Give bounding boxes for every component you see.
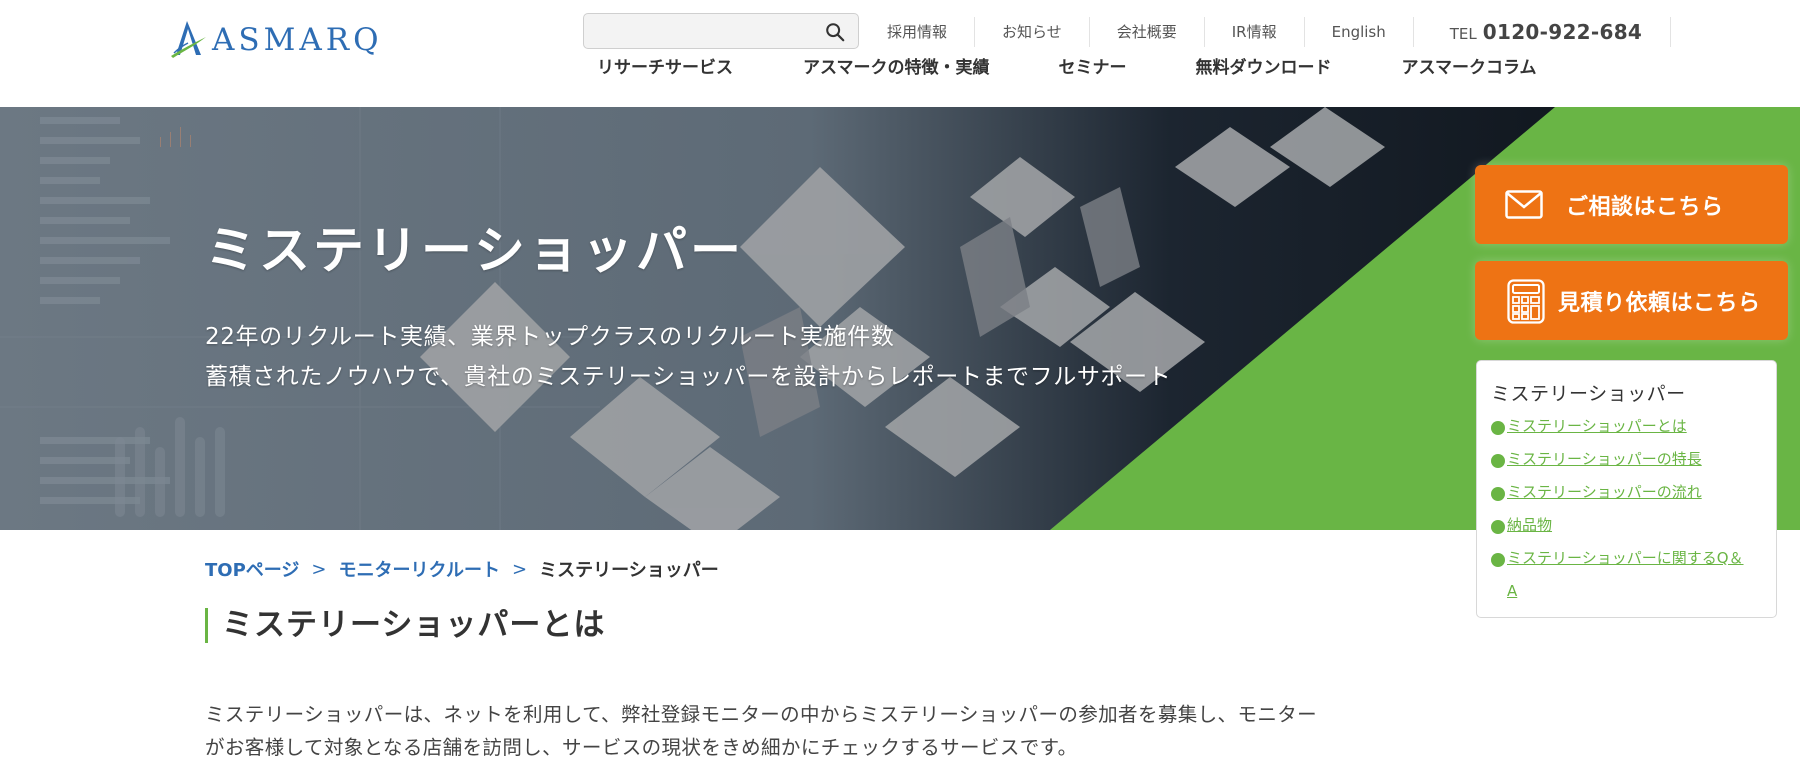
calculator-icon [1507, 279, 1545, 324]
breadcrumb-link-monitor-recruit[interactable]: モニターリクルート [339, 556, 500, 582]
bullet-icon [1491, 553, 1505, 567]
breadcrumb: TOPページ > モニターリクルート > ミステリーショッパー [205, 556, 719, 582]
mail-icon [1505, 190, 1543, 219]
util-link-recruit[interactable]: 採用情報 [860, 17, 976, 47]
util-link-news[interactable]: お知らせ [975, 17, 1090, 47]
hero-subtitle-line-2: 蓄積されたノウハウで、貴社のミステリーショッパーを設計からレポートまでフルサポー… [205, 364, 1172, 390]
bullet-icon [1491, 520, 1505, 534]
hero-title: ミステリーショッパー [205, 222, 744, 281]
logo-text: ASMARQ [212, 22, 383, 58]
estimate-button-label: 見積り依頼はこちら [1558, 291, 1761, 316]
nav-column[interactable]: アスマークコラム [1402, 55, 1537, 81]
search-icon[interactable] [824, 21, 846, 43]
bullet-icon [1491, 421, 1505, 435]
util-link-ir[interactable]: IR情報 [1205, 17, 1305, 47]
breadcrumb-link-top[interactable]: TOPページ [205, 556, 299, 582]
nav-free-download[interactable]: 無料ダウンロード [1196, 55, 1332, 81]
toc-title: ミステリーショッパー [1491, 383, 1686, 405]
main-nav: リサーチサービス アスマークの特徴・実績 セミナー 無料ダウンロード アスマーク… [597, 55, 1606, 81]
hero-subtitle-line-1: 22年のリクルート実績、業界トップクラスのリクルート実施件数 [205, 324, 895, 350]
asmarq-logo-icon [171, 21, 206, 58]
bullet-icon [1491, 487, 1505, 501]
toc-item: ミステリーショッパーに関するQ＆A [1491, 542, 1776, 608]
search-box [583, 13, 859, 49]
breadcrumb-separator: > [311, 558, 327, 580]
breadcrumb-separator: > [511, 558, 528, 580]
bullet-icon [1491, 454, 1505, 468]
section-body-text: ミステリーショッパーは、ネットを利用して、弊社登録モニターの中からミステリーショ… [205, 703, 1318, 759]
toc-link-features[interactable]: ミステリーショッパーの特長 [1507, 443, 1747, 476]
search-input[interactable] [584, 14, 814, 48]
consult-button[interactable]: ご相談はこちら [1475, 165, 1788, 244]
toc-item: 納品物 [1491, 509, 1776, 542]
nav-features-results[interactable]: アスマークの特徴・実績 [803, 55, 990, 81]
nav-seminar[interactable]: セミナー [1059, 55, 1127, 81]
toc-item: ミステリーショッパーの特長 [1491, 443, 1776, 476]
toc-item: ミステリーショッパーとは [1491, 410, 1776, 443]
toc-link-faq[interactable]: ミステリーショッパーに関するQ＆A [1507, 542, 1747, 608]
tel-label: TEL [1449, 25, 1477, 43]
toc-link-about[interactable]: ミステリーショッパーとは [1507, 410, 1747, 443]
tel-number: 0120-922-684 [1482, 20, 1643, 44]
utility-nav: 採用情報 お知らせ 会社概要 IR情報 English TEL 0120-922… [860, 14, 1672, 50]
section-title: ミステリーショッパーとは [205, 608, 605, 643]
breadcrumb-current: ミステリーショッパー [539, 560, 719, 581]
site-header: ASMARQ 採用情報 お知らせ 会社概要 IR情報 English TEL 0… [0, 0, 1800, 107]
toc-item: ミステリーショッパーの流れ [1491, 476, 1776, 509]
util-link-company[interactable]: 会社概要 [1090, 17, 1205, 47]
page-toc: ミステリーショッパー ミステリーショッパーとは ミステリーショッパーの特長 ミス… [1476, 360, 1777, 618]
util-link-english[interactable]: English [1305, 17, 1414, 47]
estimate-button[interactable]: 見積り依頼はこちら [1475, 261, 1788, 340]
consult-button-label: ご相談はこちら [1566, 195, 1724, 220]
logo[interactable]: ASMARQ [168, 18, 383, 62]
tel-link[interactable]: TEL 0120-922-684 [1414, 17, 1672, 47]
toc-link-deliverables[interactable]: 納品物 [1507, 509, 1747, 542]
toc-link-flow[interactable]: ミステリーショッパーの流れ [1507, 476, 1747, 509]
nav-research-services[interactable]: リサーチサービス [597, 55, 733, 81]
